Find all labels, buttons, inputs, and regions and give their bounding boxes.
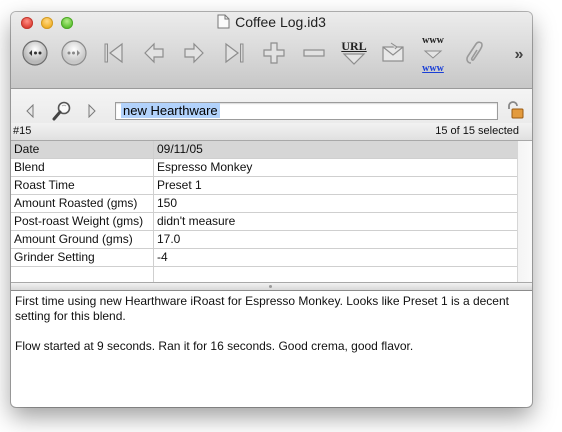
table-scrollbar[interactable] (517, 141, 532, 282)
field-label: Grinder Setting (11, 249, 154, 266)
search-input-value: new Hearthware (121, 103, 220, 118)
title-bar: Coffee Log.id3 URL www www » (11, 12, 532, 89)
fields-table: Date 09/11/05 Blend Espresso Monkey Roas… (11, 141, 517, 285)
table-row[interactable]: Grinder Setting -4 (11, 249, 517, 267)
field-label: Date (11, 141, 154, 158)
search-back-icon[interactable] (25, 103, 35, 123)
last-record-icon (222, 40, 246, 71)
url-button[interactable]: URL (337, 40, 371, 70)
first-record-button[interactable] (99, 40, 129, 70)
field-value[interactable]: Preset 1 (154, 177, 202, 194)
back-record-icon (20, 38, 50, 73)
window-title-group: Coffee Log.id3 (11, 14, 532, 32)
previous-record-button[interactable] (139, 40, 169, 70)
field-value[interactable]: didn't measure (154, 213, 235, 230)
table-row[interactable]: Date 09/11/05 (11, 141, 517, 159)
field-label: Blend (11, 159, 154, 176)
lock-icon[interactable] (506, 100, 524, 125)
add-record-button[interactable] (259, 40, 289, 70)
next-record-icon (181, 40, 207, 71)
url-label: URL (341, 38, 367, 53)
attachment-button[interactable] (459, 40, 489, 70)
field-value[interactable]: 150 (154, 195, 177, 212)
url-icon (341, 52, 367, 71)
search-input[interactable]: new Hearthware (115, 102, 498, 120)
field-value[interactable]: Espresso Monkey (154, 159, 252, 176)
table-row[interactable]: Amount Roasted (gms) 150 (11, 195, 517, 213)
splitter-grip-icon (269, 285, 272, 288)
field-value[interactable]: 17.0 (154, 231, 180, 248)
delete-record-icon (301, 40, 327, 71)
web-label-top: www (422, 35, 444, 46)
forward-record-icon (59, 38, 89, 73)
table-row[interactable]: Roast Time Preset 1 (11, 177, 517, 195)
web-label-bottom: www (422, 63, 444, 74)
status-bar: #15 15 of 15 selected (11, 123, 532, 141)
document-icon (217, 14, 230, 32)
web-icon (422, 46, 444, 64)
mail-button[interactable] (377, 40, 409, 70)
attachment-icon (463, 39, 485, 72)
back-record-button[interactable] (18, 38, 52, 73)
field-value[interactable]: 09/11/05 (154, 141, 203, 158)
notes-paragraph: Flow started at 9 seconds. Ran it for 16… (15, 339, 414, 353)
notes-text-area[interactable]: First time using new Hearthware iRoast f… (15, 294, 523, 402)
table-row[interactable]: Blend Espresso Monkey (11, 159, 517, 177)
field-label: Amount Ground (gms) (11, 231, 154, 248)
field-value[interactable]: -4 (154, 249, 168, 266)
last-record-button[interactable] (219, 40, 249, 70)
toolbar-overflow-button[interactable]: » (511, 40, 527, 70)
first-record-icon (102, 40, 126, 71)
window-title: Coffee Log.id3 (235, 14, 326, 30)
search-forward-icon[interactable] (87, 103, 97, 123)
previous-record-icon (141, 40, 167, 71)
field-label: Post-roast Weight (gms) (11, 213, 154, 230)
next-record-button[interactable] (179, 40, 209, 70)
delete-record-button[interactable] (299, 40, 329, 70)
pane-splitter[interactable] (11, 282, 532, 291)
app-window: Coffee Log.id3 URL www www » new Hearthw… (11, 12, 532, 407)
add-record-icon (261, 40, 287, 71)
field-label: Amount Roasted (gms) (11, 195, 154, 212)
notes-paragraph: First time using new Hearthware iRoast f… (15, 294, 509, 323)
web-button[interactable]: www www (415, 36, 451, 74)
forward-record-button[interactable] (57, 38, 91, 73)
mail-icon (380, 41, 406, 70)
selection-count: 15 of 15 selected (435, 125, 519, 137)
field-label: Roast Time (11, 177, 154, 194)
table-row[interactable]: Post-roast Weight (gms) didn't measure (11, 213, 517, 231)
table-row[interactable]: Amount Ground (gms) 17.0 (11, 231, 517, 249)
record-number: #15 (13, 125, 32, 137)
